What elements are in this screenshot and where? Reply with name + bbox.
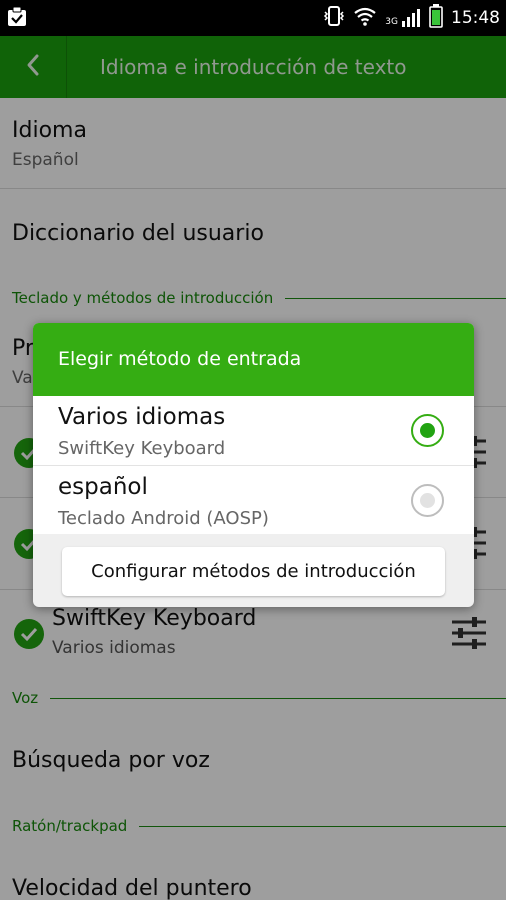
wifi-icon bbox=[353, 6, 377, 30]
option-varios-idiomas[interactable]: Varios idiomas SwiftKey Keyboard bbox=[33, 396, 474, 465]
configure-input-methods-button[interactable]: Configurar métodos de introducción bbox=[62, 547, 445, 596]
dialog-header: Elegir método de entrada bbox=[33, 323, 474, 396]
clock: 15:48 bbox=[451, 8, 500, 28]
network-type-label: 3G bbox=[385, 17, 398, 27]
status-icons: 3G 15:48 bbox=[323, 0, 500, 36]
option-title: español bbox=[58, 474, 148, 500]
option-subtitle: Teclado Android (AOSP) bbox=[58, 508, 269, 529]
radio-unselected-icon[interactable] bbox=[411, 484, 444, 517]
dialog-title: Elegir método de entrada bbox=[58, 348, 302, 370]
status-bar: 3G 15:48 bbox=[0, 0, 506, 36]
task-checklist-icon bbox=[6, 6, 28, 28]
vibrate-icon bbox=[323, 5, 345, 31]
option-subtitle: SwiftKey Keyboard bbox=[58, 438, 226, 459]
input-method-dialog: Elegir método de entrada Varios idiomas … bbox=[33, 323, 474, 607]
option-title: Varios idiomas bbox=[58, 404, 226, 430]
signal-3g-icon: 3G bbox=[385, 9, 421, 27]
radio-selected-icon[interactable] bbox=[411, 414, 444, 447]
battery-icon bbox=[429, 4, 443, 32]
option-espanol[interactable]: español Teclado Android (AOSP) bbox=[33, 466, 474, 534]
